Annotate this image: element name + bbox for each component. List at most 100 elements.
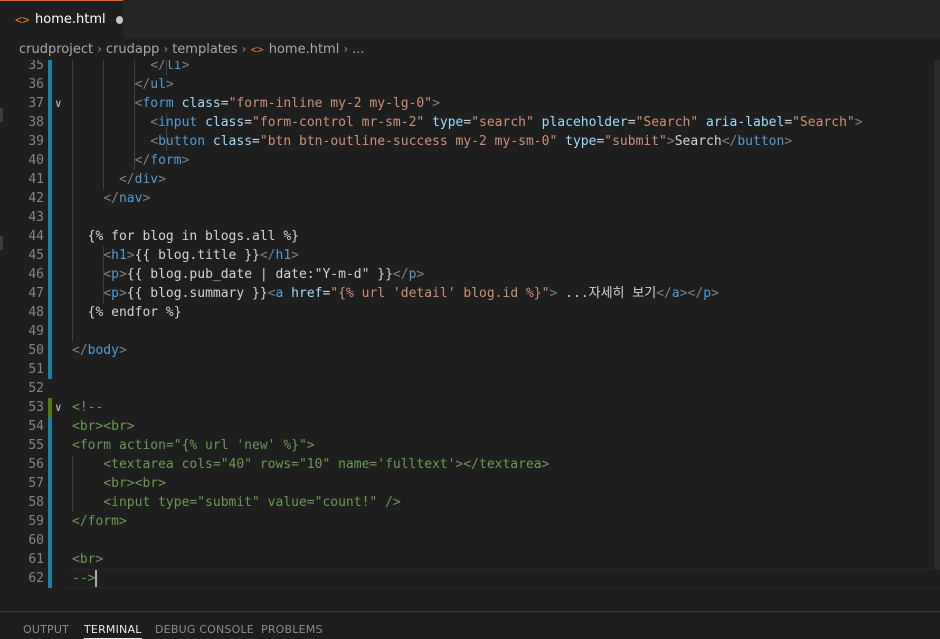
code-text: <p>{{ blog.pub_date | date:"Y-m-d" }}</p… <box>103 267 425 282</box>
line-number: 59 <box>28 514 44 529</box>
code-text: <button class="btn btn-outline-success m… <box>150 134 793 149</box>
current-line-highlight <box>66 569 940 588</box>
code-text: <p>{{ blog.summary }}<a href="{% url 'de… <box>103 286 719 301</box>
code-line[interactable]: 53 ∨ <!-- <box>0 398 940 417</box>
code-line[interactable]: 36 </ul> <box>0 75 940 94</box>
code-line[interactable]: 39 <button class="btn btn-outline-succes… <box>0 132 940 151</box>
modified-lines-gutter-marker[interactable] <box>48 60 52 379</box>
code-line[interactable]: 55 <form action="{% url 'new' %}"> <box>0 436 940 455</box>
code-text: <h1>{{ blog.title }}</h1> <box>103 248 299 263</box>
code-line[interactable]: 35 </li> <box>0 60 940 75</box>
line-number: 52 <box>28 381 44 396</box>
code-text: <br><br> <box>72 476 166 491</box>
line-number: 38 <box>28 115 44 130</box>
line-number: 46 <box>28 267 44 282</box>
code-text: <input class="form-control mr-sm-2" type… <box>150 115 863 130</box>
editor-tab-bar: <> home.html <box>0 0 940 38</box>
text-cursor <box>95 570 98 587</box>
code-line[interactable]: 44 {% for blog in blogs.all %} <box>0 227 940 246</box>
code-line[interactable]: 47 <p>{{ blog.summary }}<a href="{% url … <box>0 284 940 303</box>
code-line[interactable]: 52 <box>0 379 940 398</box>
code-line[interactable]: 38 <input class="form-control mr-sm-2" t… <box>0 113 940 132</box>
code-line[interactable]: 43 <box>0 208 940 227</box>
code-line[interactable]: 40 </form> <box>0 151 940 170</box>
line-number: 47 <box>28 286 44 301</box>
tab-problems[interactable]: PROBLEMS <box>261 623 323 636</box>
line-number: 49 <box>28 324 44 339</box>
added-lines-gutter-marker[interactable] <box>48 398 52 417</box>
code-text: <br> <box>72 552 104 567</box>
line-number: 43 <box>28 210 44 225</box>
code-line[interactable]: 50 </body> <box>0 341 940 360</box>
chevron-right-icon: › <box>163 42 169 56</box>
breadcrumb-item-more[interactable]: ... <box>352 42 364 57</box>
line-number: 48 <box>28 305 44 320</box>
code-line[interactable]: 42 </nav> <box>0 189 940 208</box>
bottom-panel: OUTPUT TERMINAL DEBUG CONSOLE PROBLEMS <box>0 611 940 639</box>
tab-terminal[interactable]: TERMINAL <box>84 623 142 639</box>
indent-guide <box>72 208 73 227</box>
code-text: </form> <box>72 514 127 529</box>
line-number: 62 <box>28 571 44 586</box>
code-text: <br><br> <box>72 419 135 434</box>
code-text: <!-- <box>72 400 104 415</box>
line-number: 53 <box>28 400 44 415</box>
line-number: 37 <box>28 96 44 111</box>
line-number: 35 <box>28 60 44 73</box>
breadcrumb-item-crudproject[interactable]: crudproject <box>19 42 93 57</box>
code-text: <input type="submit" value="count!" /> <box>72 495 401 510</box>
code-line[interactable]: 49 <box>0 322 940 341</box>
code-text: {% endfor %} <box>72 305 182 320</box>
line-number: 51 <box>28 362 44 377</box>
line-number: 40 <box>28 153 44 168</box>
line-number: 56 <box>28 457 44 472</box>
line-number: 58 <box>28 495 44 510</box>
code-line[interactable]: 58 <input type="submit" value="count!" /… <box>0 493 940 512</box>
code-line[interactable]: 46 <p>{{ blog.pub_date | date:"Y-m-d" }}… <box>0 265 940 284</box>
code-text: <form action="{% url 'new' %}"> <box>72 438 315 453</box>
code-text: </nav> <box>103 191 151 206</box>
code-line[interactable]: 41 </div> <box>0 170 940 189</box>
tab-debug-console[interactable]: DEBUG CONSOLE <box>155 623 254 636</box>
code-line[interactable]: 48 {% endfor %} <box>0 303 940 322</box>
line-number: 42 <box>28 191 44 206</box>
code-line[interactable]: 37 ∨ <form class="form-inline my-2 my-lg-… <box>0 94 940 113</box>
line-number: 50 <box>28 343 44 358</box>
line-number: 54 <box>28 419 44 434</box>
code-editor[interactable]: 35 </li> 36 </ul> 37 ∨ <form class="form-in… <box>0 60 940 611</box>
line-number: 61 <box>28 552 44 567</box>
chevron-right-icon: › <box>241 42 247 56</box>
code-line[interactable]: 54 <br><br> <box>0 417 940 436</box>
breadcrumb-item-templates[interactable]: templates <box>172 42 237 57</box>
fold-chevron-icon[interactable]: ∨ <box>55 94 62 113</box>
code-text: {% for blog in blogs.all %} <box>72 229 299 244</box>
html-file-icon: <> <box>15 12 30 27</box>
breadcrumb-item-crudapp[interactable]: crudapp <box>106 42 159 57</box>
tab-home-html[interactable]: <> home.html <box>0 0 123 38</box>
line-number: 39 <box>28 134 44 149</box>
code-line[interactable]: 60 <box>0 531 940 550</box>
code-text: </li> <box>150 60 190 73</box>
line-number: 44 <box>28 229 44 244</box>
line-number: 41 <box>28 172 44 187</box>
code-line[interactable]: 56 <textarea cols="40" rows="10" name='f… <box>0 455 940 474</box>
tab-label: home.html <box>35 12 106 27</box>
line-number: 36 <box>28 77 44 92</box>
code-line[interactable]: 45 <h1>{{ blog.title }}</h1> <box>0 246 940 265</box>
code-text: </form> <box>134 153 190 168</box>
modified-lines-gutter-marker[interactable] <box>48 417 52 588</box>
tab-output[interactable]: OUTPUT <box>23 623 69 636</box>
unsaved-dot-icon[interactable] <box>115 15 123 24</box>
activity-edge-marker <box>0 108 3 122</box>
code-text: <textarea cols="40" rows="10" name='full… <box>72 457 550 472</box>
activity-edge-marker <box>0 236 3 250</box>
code-line[interactable]: 51 <box>0 360 940 379</box>
vertical-scrollbar[interactable] <box>934 60 940 570</box>
breadcrumb-item-file[interactable]: home.html <box>269 42 340 57</box>
fold-chevron-icon[interactable]: ∨ <box>55 398 62 417</box>
code-line[interactable]: 57 <br><br> <box>0 474 940 493</box>
code-text: </ul> <box>134 77 174 92</box>
code-line[interactable]: 61 <br> <box>0 550 940 569</box>
breadcrumb: crudproject › crudapp › templates › <> h… <box>0 38 940 60</box>
code-line[interactable]: 59 </form> <box>0 512 940 531</box>
